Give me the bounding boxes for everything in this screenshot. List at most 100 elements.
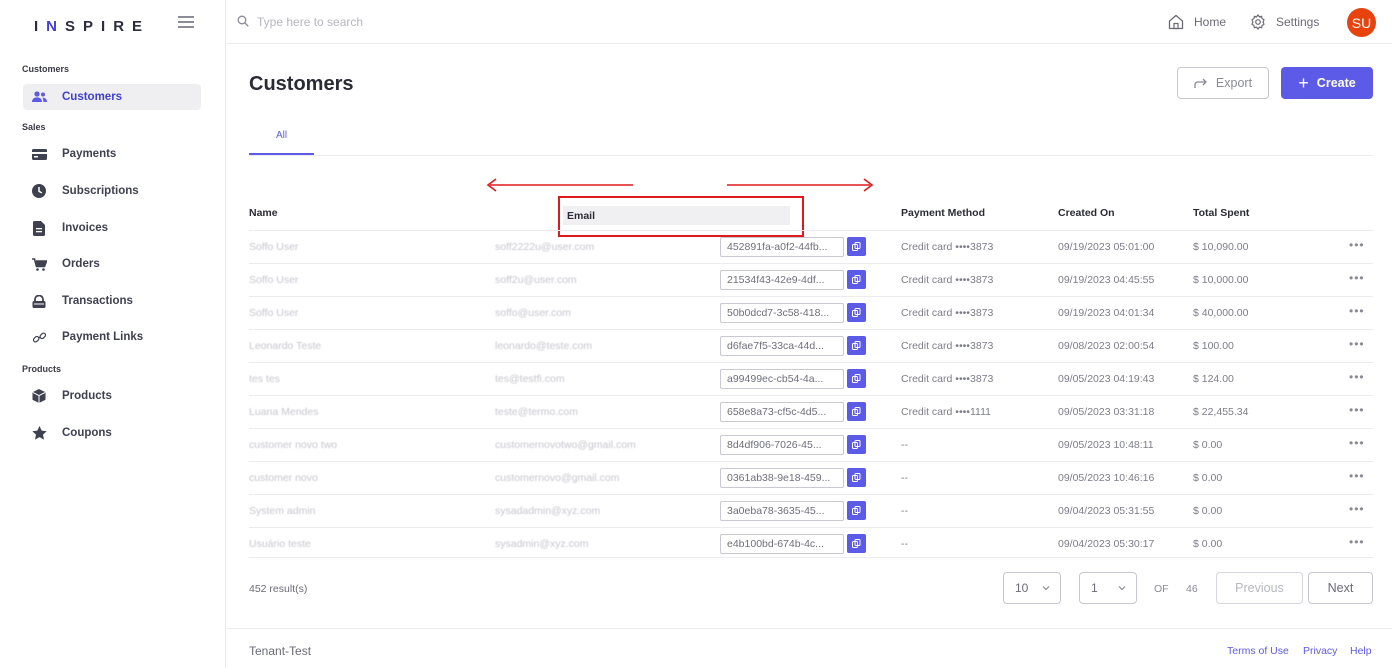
row-actions-menu-icon[interactable]: ••• xyxy=(1349,403,1365,417)
table-row[interactable]: tes tes tes@testfi.com a99499ec-cb54-4a...… xyxy=(249,362,1373,395)
payment-method: Credit card ••••3873 xyxy=(901,340,994,352)
cart-icon xyxy=(31,256,47,272)
avatar[interactable]: SU xyxy=(1347,8,1376,37)
table-row[interactable]: customer novo two customernovotwo@gmail.c… xyxy=(249,428,1373,461)
table-row[interactable]: Soffo User soffo@user.com 50b0dcd7-3c58-41… xyxy=(249,296,1373,329)
row-actions-menu-icon[interactable]: ••• xyxy=(1349,535,1365,549)
sidebar-item-payments[interactable]: Payments xyxy=(23,141,201,167)
sidebar-item-coupons[interactable]: Coupons xyxy=(23,420,201,446)
customer-id-field[interactable]: 0361ab38-9e18-459... xyxy=(720,468,844,488)
table-row[interactable]: Usuário teste sysadmin@xyz.com e4b100bd-67… xyxy=(249,527,1373,560)
customer-name: Usuário teste xyxy=(249,538,311,550)
table-row[interactable]: customer novo customernovo@gmail.com 0361a… xyxy=(249,461,1373,494)
sidebar-item-customers[interactable]: Customers xyxy=(23,84,201,110)
payment-method: -- xyxy=(901,439,908,451)
terms-link[interactable]: Terms of Use xyxy=(1227,645,1289,657)
customer-email: leonardo@teste.com xyxy=(495,340,593,352)
plus-icon: + xyxy=(1298,73,1309,93)
settings-link[interactable]: Settings xyxy=(1250,14,1319,30)
create-button[interactable]: + Create xyxy=(1281,67,1373,99)
customer-id-field[interactable]: 50b0dcd7-3c58-418... xyxy=(720,303,844,323)
next-button[interactable]: Next xyxy=(1308,572,1373,604)
customer-name: Luana Mendes xyxy=(249,406,319,418)
table-row[interactable]: Leonardo Teste leonardo@teste.com d6fae7f5… xyxy=(249,329,1373,362)
payment-method: Credit card ••••3873 xyxy=(901,373,994,385)
created-on: 09/04/2023 05:31:55 xyxy=(1058,505,1155,517)
customer-id-field[interactable]: a99499ec-cb54-4a... xyxy=(720,369,844,389)
row-actions-menu-icon[interactable]: ••• xyxy=(1349,238,1365,252)
home-link[interactable]: Home xyxy=(1168,14,1226,30)
created-on: 09/19/2023 05:01:00 xyxy=(1058,241,1155,253)
sidebar-item-label: Products xyxy=(62,390,112,402)
column-header-name[interactable]: Name xyxy=(249,207,278,219)
copy-id-button[interactable] xyxy=(847,501,866,520)
export-button[interactable]: Export xyxy=(1177,67,1269,99)
customer-id-field[interactable]: e4b100bd-674b-4c... xyxy=(720,534,844,554)
column-header-created-on[interactable]: Created On xyxy=(1058,207,1115,219)
previous-button[interactable]: Previous xyxy=(1216,572,1303,604)
sidebar-item-payment-links[interactable]: Payment Links xyxy=(23,324,201,350)
row-actions-menu-icon[interactable]: ••• xyxy=(1349,502,1365,516)
customer-id-field[interactable]: 21534f43-42e9-4df... xyxy=(720,270,844,290)
row-actions-menu-icon[interactable]: ••• xyxy=(1349,271,1365,285)
customer-id-field[interactable]: 658e8a73-cf5c-4d5... xyxy=(720,402,844,422)
customer-id-field[interactable]: 452891fa-a0f2-44fb... xyxy=(720,237,844,257)
column-header-payment-method[interactable]: Payment Method xyxy=(901,207,985,219)
row-actions-menu-icon[interactable]: ••• xyxy=(1349,469,1365,483)
copy-id-button[interactable] xyxy=(847,468,866,487)
link-icon xyxy=(31,329,47,345)
copy-id-button[interactable] xyxy=(847,369,866,388)
menu-icon[interactable] xyxy=(178,16,194,30)
sidebar-item-label: Invoices xyxy=(62,222,109,234)
help-link[interactable]: Help xyxy=(1350,645,1372,657)
row-actions-menu-icon[interactable]: ••• xyxy=(1349,337,1365,351)
customer-id-field[interactable]: 3a0eba78-3635-45... xyxy=(720,501,844,521)
customer-name: Soffo User xyxy=(249,241,299,253)
sidebar-item-transactions[interactable]: Transactions xyxy=(23,288,201,314)
sidebar-item-invoices[interactable]: Invoices xyxy=(23,215,201,241)
tab-all[interactable]: All xyxy=(249,130,314,141)
chevron-down-icon xyxy=(1118,586,1126,591)
customer-name: System admin xyxy=(249,505,316,517)
row-actions-menu-icon[interactable]: ••• xyxy=(1349,436,1365,450)
sidebar-item-products[interactable]: Products xyxy=(23,383,201,409)
search-icon xyxy=(237,15,249,27)
star-icon xyxy=(31,425,47,441)
customer-id-field[interactable]: 8d4df906-7026-45... xyxy=(720,435,844,455)
customer-email: soffo@user.com xyxy=(495,307,571,319)
total-spent: $ 0.00 xyxy=(1193,439,1223,451)
copy-id-button[interactable] xyxy=(847,270,866,289)
app-logo[interactable]: INSPIRE xyxy=(34,18,150,35)
search-input[interactable] xyxy=(257,12,557,32)
export-label: Export xyxy=(1215,76,1253,90)
table-row[interactable]: System admin sysadadmin@xyz.com 3a0eba78-3… xyxy=(249,494,1373,527)
row-actions-menu-icon[interactable]: ••• xyxy=(1349,370,1365,384)
created-on: 09/05/2023 03:31:18 xyxy=(1058,406,1155,418)
customer-name: Soffo User xyxy=(249,274,299,286)
payment-method: -- xyxy=(901,538,908,550)
table-row[interactable]: Soffo User soff2222u@user.com 452891fa-a0f… xyxy=(249,230,1373,263)
page-select[interactable]: 1 xyxy=(1079,572,1137,604)
sidebar-item-orders[interactable]: Orders xyxy=(23,251,201,277)
copy-id-button[interactable] xyxy=(847,534,866,553)
row-actions-menu-icon[interactable]: ••• xyxy=(1349,304,1365,318)
customer-email: tes@testfi.com xyxy=(495,373,565,385)
copy-id-button[interactable] xyxy=(847,303,866,322)
created-on: 09/04/2023 05:30:17 xyxy=(1058,538,1155,550)
column-header-total-spent[interactable]: Total Spent xyxy=(1193,207,1249,219)
copy-id-button[interactable] xyxy=(847,237,866,256)
privacy-link[interactable]: Privacy xyxy=(1303,645,1337,657)
page-size-select[interactable]: 10 xyxy=(1003,572,1061,604)
copy-id-button[interactable] xyxy=(847,402,866,421)
table-row[interactable]: Soffo User soff2u@user.com 21534f43-42e9-4… xyxy=(249,263,1373,296)
copy-id-button[interactable] xyxy=(847,336,866,355)
users-icon xyxy=(31,89,47,105)
table-row[interactable]: Luana Mendes teste@termo.com 658e8a73-cf5c… xyxy=(249,395,1373,428)
copy-id-button[interactable] xyxy=(847,435,866,454)
customer-id-field[interactable]: d6fae7f5-33ca-44d... xyxy=(720,336,844,356)
active-tab-indicator xyxy=(249,153,314,155)
copy-icon xyxy=(852,473,861,482)
created-on: 09/19/2023 04:01:34 xyxy=(1058,307,1155,319)
lock-icon xyxy=(31,293,47,309)
sidebar-item-subscriptions[interactable]: Subscriptions xyxy=(23,178,201,204)
